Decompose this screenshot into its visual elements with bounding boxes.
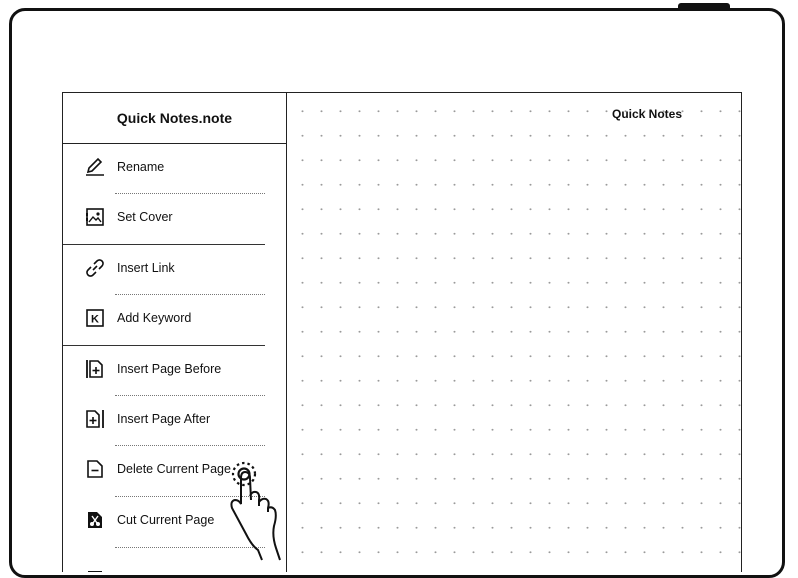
page-icon: [85, 561, 105, 572]
menu-item-label: Rename: [117, 160, 165, 174]
delete-page-icon: [85, 459, 105, 479]
link-icon: [85, 258, 105, 278]
tap-hand-icon: [230, 461, 281, 561]
pencil-icon: [85, 157, 105, 177]
cover-image-icon: [85, 207, 105, 227]
menu-item-rename[interactable]: Rename: [63, 144, 286, 194]
menu-item-insert-page-after[interactable]: Insert Page After: [63, 396, 286, 446]
note-title: Quick Notes: [612, 107, 683, 121]
menu-item-set-cover[interactable]: Set Cover: [63, 194, 286, 244]
power-button: [678, 3, 730, 9]
screen: Quick Notes Quick Notes.note Rename Set …: [62, 92, 742, 572]
svg-text:K: K: [91, 314, 99, 326]
insert-page-before-icon: [85, 359, 105, 379]
menu-item-label: Set Cover: [117, 210, 173, 224]
menu-item-insert-link[interactable]: Insert Link: [63, 245, 286, 295]
menu-item-label: Insert Link: [117, 261, 175, 275]
menu-item-insert-page-before[interactable]: Insert Page Before: [63, 346, 286, 396]
note-canvas[interactable]: [287, 93, 741, 572]
insert-page-after-icon: [85, 409, 105, 429]
menu-item-add-keyword[interactable]: K Add Keyword: [63, 295, 286, 345]
keyword-k-icon: K: [85, 308, 105, 328]
menu-item-label: Cut Current Page: [117, 513, 215, 527]
menu-item-label: Delete Current Page: [117, 462, 231, 476]
menu-header: Quick Notes.note: [63, 93, 286, 144]
cut-page-icon: [85, 510, 105, 530]
menu-item-label: Insert Page Before: [117, 362, 222, 376]
menu-item-label: Insert Page After: [117, 412, 211, 426]
menu-item-label: Add Keyword: [117, 311, 192, 325]
